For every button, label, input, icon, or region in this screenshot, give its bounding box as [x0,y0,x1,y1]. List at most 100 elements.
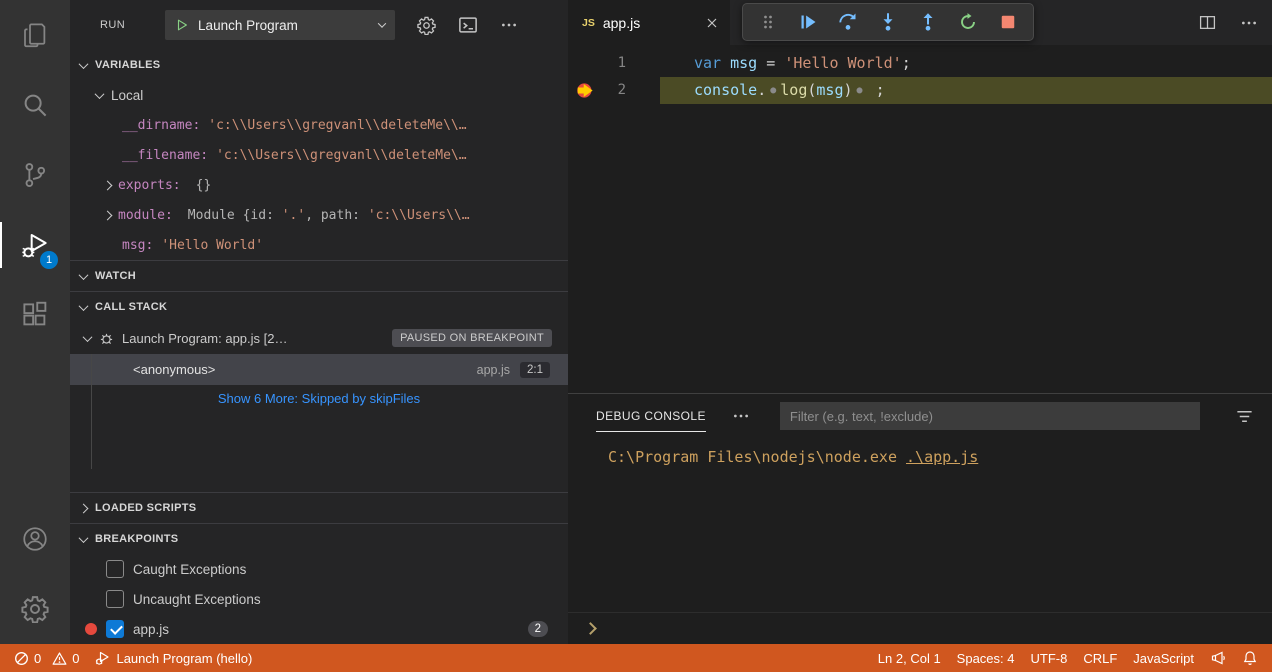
split-editor-icon[interactable] [1199,14,1216,31]
activity-run-debug[interactable]: 1 [0,210,70,280]
variable-row-dirname[interactable]: __dirname:'c:\\Users\\gregvanl\\deleteMe… [70,110,568,140]
debug-count-badge: 1 [40,251,58,269]
activity-explorer[interactable] [0,0,70,70]
chevron-down-icon [83,332,93,342]
step-into-button[interactable] [868,6,908,38]
warning-icon [52,651,67,666]
scope-label: Local [111,88,143,103]
configure-gear-icon[interactable] [417,16,436,35]
indentation-status[interactable]: Spaces: 4 [949,651,1023,666]
code-line-2[interactable]: 2 console.●log(msg)● ; [568,77,1272,104]
code-line-1[interactable]: 1 var msg = 'Hello World'; [568,50,1272,77]
source-control-icon [20,160,50,190]
tab-debug-console[interactable]: DEBUG CONSOLE [596,409,706,423]
show-more-frames-link[interactable]: Show 6 More: Skipped by skipFiles [70,385,568,412]
sidebar-header: RUN Launch Program [70,0,568,50]
stack-frame-file: app.js [477,363,510,377]
breakpoint-row-appjs[interactable]: app.js 2 [70,614,568,644]
stack-frame-position-badge: 2:1 [520,362,550,378]
eol-status[interactable]: CRLF [1075,651,1125,666]
close-tab-icon[interactable] [704,15,720,31]
breakpoint-row-uncaught-exceptions[interactable]: Uncaught Exceptions [70,584,568,614]
debug-toolbar [742,3,1034,41]
variable-value: Module {id: '.', path: 'c:\\Users\\… [188,208,470,223]
debug-console-icon[interactable] [458,15,478,35]
code-editor[interactable]: 1 var msg = 'Hello World'; 2 console.●lo… [568,45,1272,393]
scope-local-row[interactable]: Local [70,80,568,110]
debug-session-status[interactable]: Launch Program (hello) [87,644,260,672]
variables-section-header[interactable]: VARIABLES [70,50,568,80]
editor-region: JS app.js [568,0,1272,644]
restart-button[interactable] [948,6,988,38]
variable-row-msg[interactable]: msg:'Hello World' [70,230,568,260]
tab-appjs[interactable]: JS app.js [568,0,730,45]
breakpoint-dot-icon [85,623,97,635]
start-debug-icon [175,18,189,32]
variable-row-exports[interactable]: exports:{} [70,170,568,200]
encoding-status[interactable]: UTF-8 [1023,651,1076,666]
filter-icon[interactable] [1235,407,1254,426]
console-file-link[interactable]: .\app.js [906,448,978,466]
variable-value: 'Hello World' [161,238,263,253]
debug-repl-input[interactable] [568,612,1272,644]
stop-icon [998,12,1018,32]
editor-gutter[interactable]: 1 [568,50,660,77]
activity-settings[interactable] [0,574,70,644]
console-filter-input[interactable] [780,402,1200,430]
debug-session-row[interactable]: Launch Program: app.js [2… PAUSED ON BRE… [70,322,568,354]
cursor-position-status[interactable]: Ln 2, Col 1 [870,651,949,666]
feedback-status[interactable] [1202,650,1234,666]
stack-frame-name: <anonymous> [133,362,215,377]
step-into-icon [878,12,898,32]
step-over-button[interactable] [828,6,868,38]
breakpoint-count-badge: 2 [528,621,548,637]
gear-icon [21,595,49,623]
debug-console-output: C:\Program Files\nodejs\node.exe .\app.j… [568,438,1272,612]
chevron-right-icon [103,180,113,190]
chevron-down-icon [79,301,89,311]
activity-accounts[interactable] [0,504,70,574]
activity-search[interactable] [0,70,70,140]
bell-icon [1242,650,1258,666]
problems-status[interactable]: 0 0 [6,644,87,672]
console-output-line: C:\Program Files\nodejs\node.exe .\app.j… [608,448,1272,466]
breakpoint-label: Uncaught Exceptions [133,592,261,607]
chevron-down-icon [79,270,89,280]
tab-label: app.js [603,15,640,31]
editor-gutter[interactable]: 2 [568,77,660,104]
line-number: 1 [602,50,626,77]
stack-frame-row[interactable]: <anonymous> app.js 2:1 [70,354,568,385]
activity-source-control[interactable] [0,140,70,210]
breakpoint-label: app.js [133,622,169,637]
checkbox-unchecked[interactable] [106,590,124,608]
panel-more-icon[interactable] [732,407,750,425]
language-mode-status[interactable]: JavaScript [1125,651,1202,666]
chevron-right-icon [103,210,113,220]
chevron-down-icon [95,89,105,99]
notifications-status[interactable] [1234,650,1266,666]
activity-extensions[interactable] [0,280,70,350]
breakpoint-row-caught-exceptions[interactable]: Caught Exceptions [70,554,568,584]
variable-row-filename[interactable]: __filename:'c:\\Users\\gregvanl\\deleteM… [70,140,568,170]
editor-more-icon[interactable] [1240,14,1258,32]
checkbox-unchecked[interactable] [106,560,124,578]
call-stack-section-header[interactable]: CALL STACK [70,292,568,322]
stop-button[interactable] [988,6,1028,38]
loaded-scripts-section-header[interactable]: LOADED SCRIPTS [70,493,568,523]
continue-icon [798,12,818,32]
files-icon [20,20,50,50]
more-actions-icon[interactable] [500,16,518,34]
editor-actions [1199,0,1258,45]
launch-config-dropdown[interactable]: Launch Program [165,10,395,40]
status-bar-right: Ln 2, Col 1 Spaces: 4 UTF-8 CRLF JavaScr… [870,650,1266,666]
account-icon [20,524,50,554]
extensions-icon [20,300,50,330]
toolbar-drag-handle[interactable] [748,6,788,38]
step-out-button[interactable] [908,6,948,38]
watch-section-header[interactable]: WATCH [70,261,568,291]
variable-row-module[interactable]: module:Module {id: '.', path: 'c:\\Users… [70,200,568,230]
checkbox-checked[interactable] [106,620,124,638]
continue-button[interactable] [788,6,828,38]
debug-console-panel: DEBUG CONSOLE C:\Program Files\nodejs\no… [568,393,1272,644]
breakpoints-section-header[interactable]: BREAKPOINTS [70,524,568,554]
